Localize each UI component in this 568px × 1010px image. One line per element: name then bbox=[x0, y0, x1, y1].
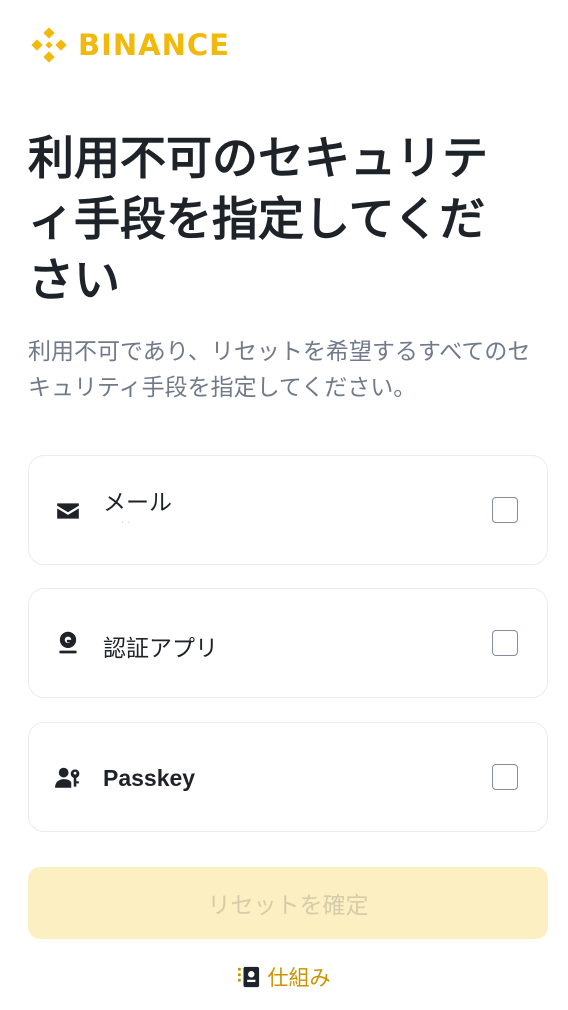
option-email-label: メール bbox=[103, 490, 172, 516]
authenticator-icon bbox=[59, 631, 77, 654]
how-it-works-label: 仕組み bbox=[267, 966, 331, 990]
option-authenticator-checkbox[interactable] bbox=[492, 630, 518, 656]
page-subtitle: 利用不可であり、リセットを希望するすべてのセキュリティ手段を指定してください。 bbox=[28, 339, 531, 401]
brand-logo: BINANCE bbox=[28, 24, 230, 66]
option-authenticator-label: 認証アプリ bbox=[103, 636, 218, 662]
confirm-reset-button[interactable]: リセットを確定 bbox=[28, 867, 548, 939]
page-title: 利用不可のセキュリティ手段を指定してください bbox=[28, 131, 488, 307]
passkey-icon bbox=[55, 767, 80, 788]
option-email[interactable]: メール · · bbox=[28, 455, 548, 565]
binance-diamond-logo-icon bbox=[31, 27, 67, 63]
guide-book-icon bbox=[237, 966, 259, 988]
option-email-detail: · · bbox=[121, 518, 131, 529]
option-passkey-label: Passkey bbox=[103, 765, 196, 791]
option-passkey-checkbox[interactable] bbox=[492, 764, 518, 790]
option-authenticator[interactable]: 認証アプリ bbox=[28, 588, 548, 698]
option-email-checkbox[interactable] bbox=[492, 497, 518, 523]
how-it-works-link[interactable]: 仕組み bbox=[0, 962, 568, 992]
option-passkey[interactable]: Passkey bbox=[28, 722, 548, 832]
brand-name: BINANCE bbox=[78, 28, 230, 62]
mail-icon bbox=[57, 503, 79, 519]
